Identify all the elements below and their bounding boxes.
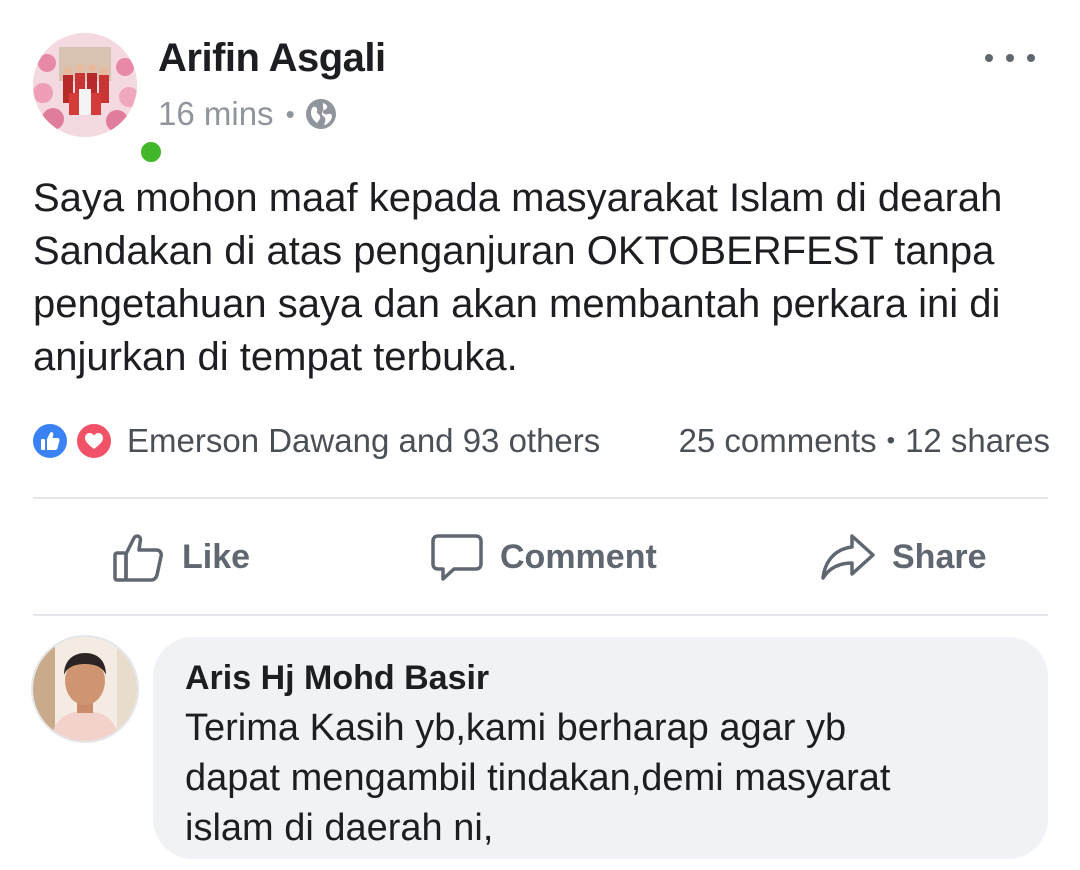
globe-icon[interactable] [305,98,337,130]
comment-section: Aris Hj Mohd Basir Terima Kasih yb,kami … [0,630,1080,870]
author-avatar-wrapper[interactable] [33,33,166,167]
reactions-row: Emerson Dawang and 93 others 25 comments… [30,418,1050,464]
thumbs-up-icon [112,530,166,584]
reaction-summary[interactable]: Emerson Dawang and 93 others [127,418,600,464]
love-reaction-icon [74,421,114,461]
comment-button-label: Comment [500,537,657,576]
post-meta: 16 mins • [158,94,337,134]
more-dot-icon [985,54,993,62]
online-status-indicator [136,137,166,167]
engagement-stats: 25 comments • 12 shares [679,418,1050,468]
comment-button[interactable]: Comment [430,500,657,614]
divider-bottom [33,614,1048,616]
more-dot-icon [1006,54,1014,62]
commenter-avatar[interactable] [33,637,137,741]
like-reaction-icon [30,421,70,461]
post-body-text: Saya mohon maaf kepada masyarakat Islam … [33,176,1003,379]
stats-separator: • [886,427,896,454]
comments-count[interactable]: 25 comments [679,422,877,459]
author-avatar[interactable] [33,33,137,137]
comment-text: Terima Kasih yb,kami berharap agar yb da… [185,707,891,849]
divider-top [33,497,1048,499]
shares-count[interactable]: 12 shares [905,422,1050,459]
reaction-icons[interactable] [30,421,120,461]
post-author-name[interactable]: Arifin Asgali [158,36,386,81]
like-button[interactable]: Like [112,500,250,614]
commenter-name[interactable]: Aris Hj Mohd Basir [185,659,489,698]
comment-bubble-icon [430,530,484,584]
post-action-bar: Like Comment Share [0,500,1080,614]
more-dot-icon [1027,54,1035,62]
post-more-options-button[interactable] [985,40,1035,76]
commenter-avatar-photo [33,637,137,741]
comment-bubble[interactable]: Aris Hj Mohd Basir Terima Kasih yb,kami … [153,637,1048,859]
share-arrow-icon [820,530,876,584]
post-timestamp[interactable]: 16 mins [158,95,274,133]
share-button-label: Share [892,537,987,576]
meta-separator: • [285,98,295,129]
like-button-label: Like [182,537,251,576]
author-avatar-photo [33,33,137,137]
post-header: Arifin Asgali 16 mins • [0,0,1080,167]
share-button[interactable]: Share [820,500,987,614]
